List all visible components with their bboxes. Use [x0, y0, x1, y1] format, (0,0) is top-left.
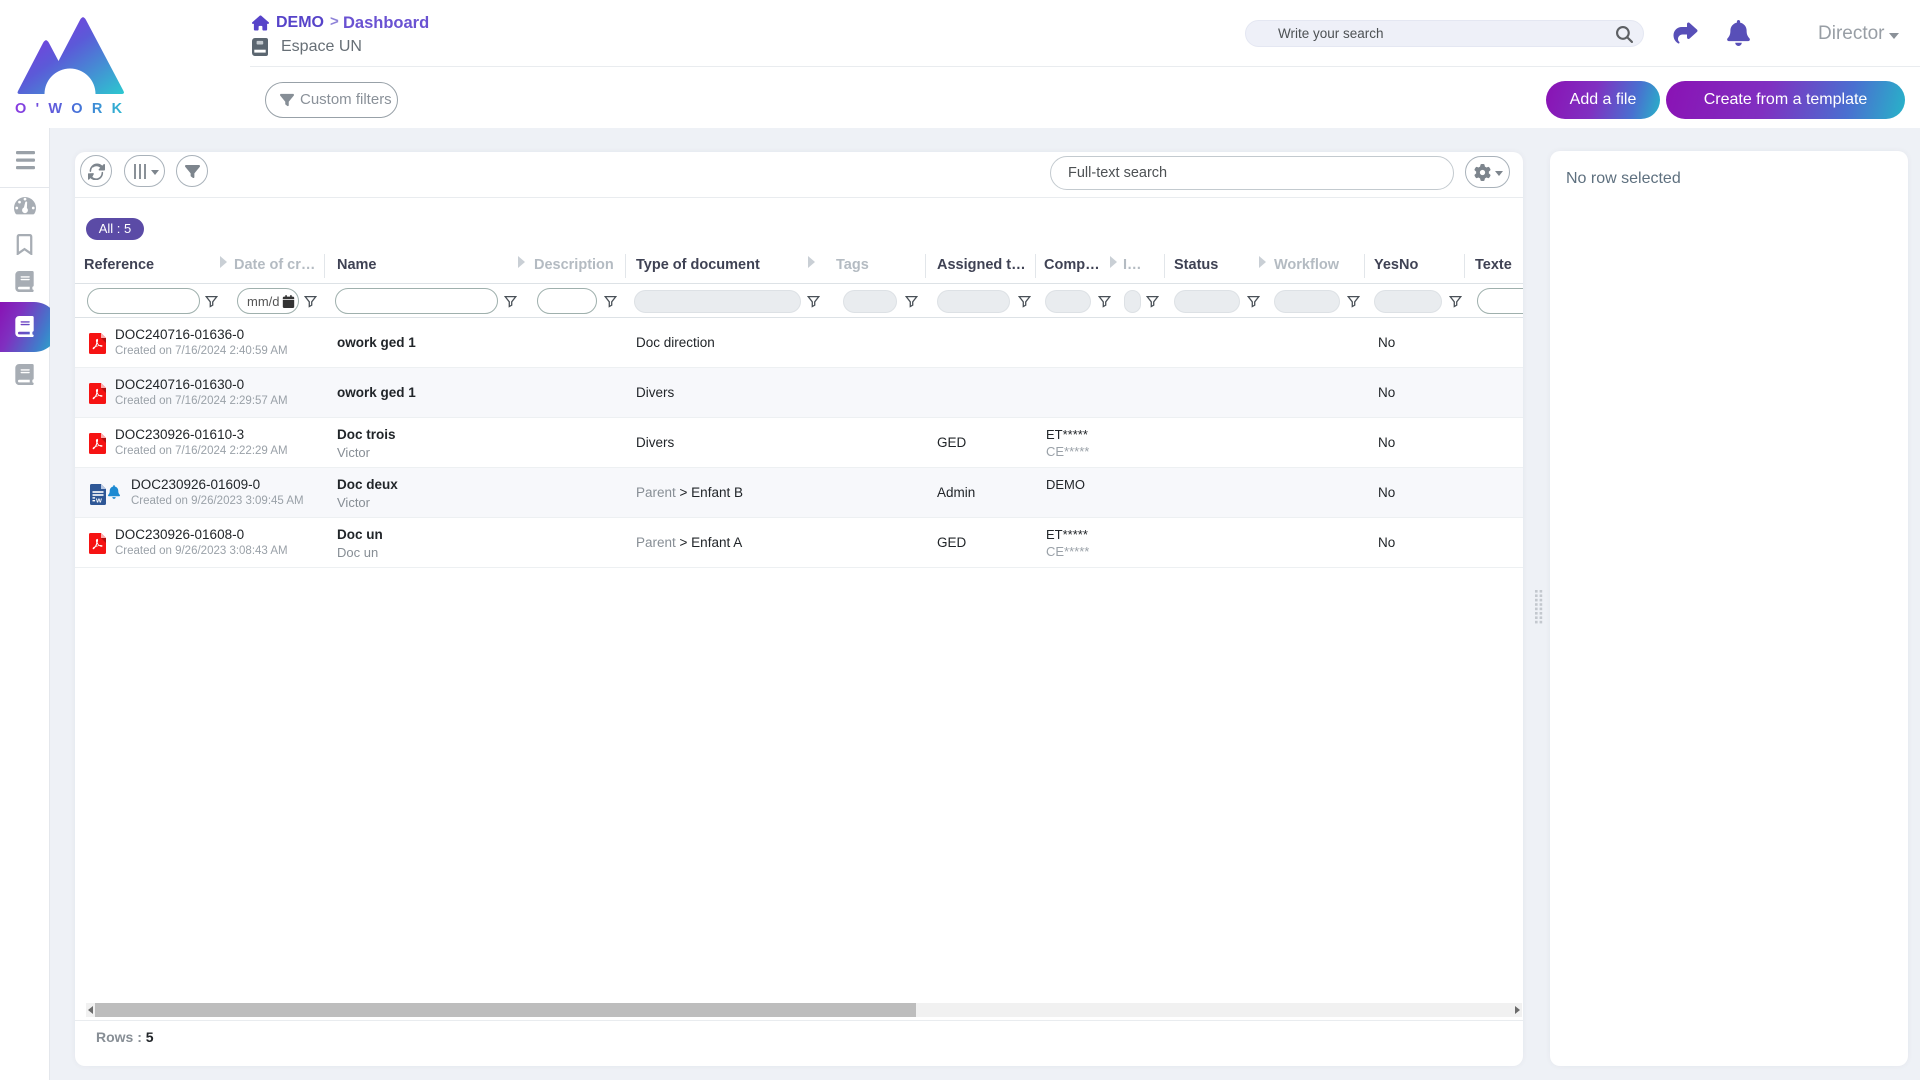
- svg-text:w: w: [95, 495, 102, 504]
- svg-text:O'WORK: O'WORK: [15, 101, 128, 115]
